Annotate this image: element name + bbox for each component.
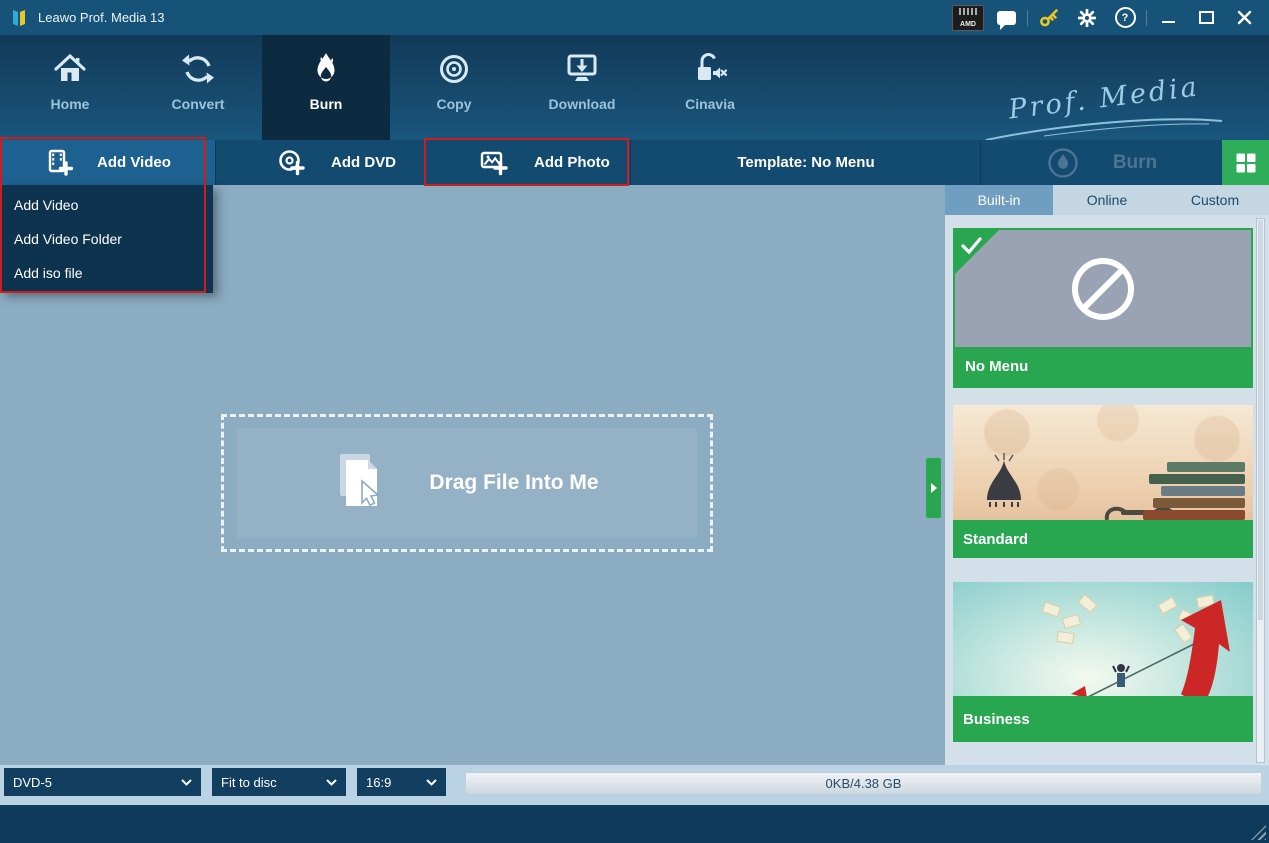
add-video-menu: Add Video Add Video Folder Add iso file <box>0 185 213 293</box>
template-card-standard[interactable]: Standard <box>953 405 1253 558</box>
right-arrow-icon <box>931 483 937 493</box>
titlebar: Leawo Prof. Media 13 AMD <box>0 0 1269 35</box>
template-card-no-menu[interactable]: No Menu <box>953 228 1253 388</box>
window-title: Leawo Prof. Media 13 <box>38 10 164 25</box>
add-dvd-button[interactable]: Add DVD <box>215 140 425 185</box>
template-selector[interactable]: Template: No Menu <box>630 140 981 185</box>
amd-badge-icon: AMD <box>952 5 984 31</box>
menu-item-add-video[interactable]: Add Video <box>0 188 213 222</box>
add-video-icon <box>46 149 73 176</box>
template-name: Standard <box>963 531 1028 548</box>
fit-mode-select[interactable]: Fit to disc <box>212 768 346 796</box>
nav-tab-burn[interactable]: Burn <box>262 35 390 140</box>
chevron-down-icon <box>326 779 337 786</box>
convert-icon <box>180 51 216 87</box>
drag-file-icon <box>335 454 387 512</box>
panel-expand-arrow[interactable] <box>926 458 941 518</box>
register-key-icon[interactable] <box>1030 0 1068 35</box>
template-name: Business <box>963 711 1030 728</box>
chevron-down-icon <box>181 779 192 786</box>
resize-grip[interactable] <box>1251 825 1266 840</box>
grid-icon <box>1236 153 1256 173</box>
cinavia-unlock-icon <box>692 51 728 87</box>
feedback-bubble-icon[interactable] <box>987 0 1025 35</box>
disc-capacity-bar: 0KB/4.38 GB <box>465 772 1262 795</box>
burn-flame-icon <box>308 51 344 87</box>
add-dvd-icon <box>278 149 305 176</box>
chevron-down-icon <box>426 779 437 786</box>
no-menu-icon <box>1067 253 1139 325</box>
maximize-button[interactable] <box>1187 0 1225 35</box>
app-window: Leawo Prof. Media 13 AMD <box>0 0 1269 843</box>
drag-drop-zone[interactable]: Drag File Into Me <box>221 414 713 552</box>
minimize-button[interactable] <box>1149 0 1187 35</box>
checkmark-icon <box>960 236 984 256</box>
menu-item-add-video-folder[interactable]: Add Video Folder <box>0 222 213 256</box>
main-nav: Home Convert Burn <box>0 35 1269 140</box>
template-tabs: Built-in Online Custom <box>945 185 1269 215</box>
tab-custom[interactable]: Custom <box>1161 185 1269 215</box>
nav-tab-home[interactable]: Home <box>6 35 134 140</box>
action-toolbar: Add Video Add DVD Add Photo <box>0 140 1269 185</box>
template-grid-button[interactable] <box>1222 140 1269 185</box>
template-name: No Menu <box>965 358 1028 375</box>
burn-button[interactable]: Burn <box>980 140 1223 185</box>
tab-built-in[interactable]: Built-in <box>945 185 1053 215</box>
bottom-settings-bar: DVD-5 Fit to disc 16:9 0KB/4.38 GB <box>0 765 1269 805</box>
add-photo-icon <box>480 149 508 176</box>
template-card-business[interactable]: Business <box>953 582 1253 742</box>
settings-gear-icon[interactable] <box>1068 0 1106 35</box>
nav-tab-convert[interactable]: Convert <box>134 35 262 140</box>
vase-art <box>981 452 1027 522</box>
tab-online[interactable]: Online <box>1053 185 1161 215</box>
download-icon <box>564 51 600 87</box>
status-bar <box>0 805 1269 843</box>
add-photo-button[interactable]: Add Photo <box>425 140 630 185</box>
drag-drop-label: Drag File Into Me <box>429 471 598 495</box>
disc-type-select[interactable]: DVD-5 <box>4 768 201 796</box>
add-video-button[interactable]: Add Video <box>0 140 215 185</box>
nav-tab-download[interactable]: Download <box>518 35 646 140</box>
titlebar-separator <box>1146 10 1147 26</box>
nav-tab-cinavia[interactable]: Cinavia <box>646 35 774 140</box>
template-panel: Built-in Online Custom No Menu <box>945 185 1269 765</box>
nav-tab-copy[interactable]: Copy <box>390 35 518 140</box>
brand-signature: Prof. Media <box>984 83 1224 144</box>
burn-disabled-icon <box>1047 147 1079 179</box>
books-art <box>1135 460 1245 520</box>
aspect-ratio-select[interactable]: 16:9 <box>357 768 446 796</box>
copy-disc-icon <box>436 51 472 87</box>
titlebar-separator <box>1027 10 1028 26</box>
close-button[interactable] <box>1225 0 1263 35</box>
templates-scrollbar[interactable] <box>1256 218 1265 763</box>
menu-item-add-iso-file[interactable]: Add iso file <box>0 256 213 290</box>
home-icon <box>52 51 88 87</box>
help-icon[interactable]: ? <box>1106 0 1144 35</box>
capacity-text: 0KB/4.38 GB <box>826 776 902 791</box>
leawo-logo-icon <box>10 8 30 28</box>
